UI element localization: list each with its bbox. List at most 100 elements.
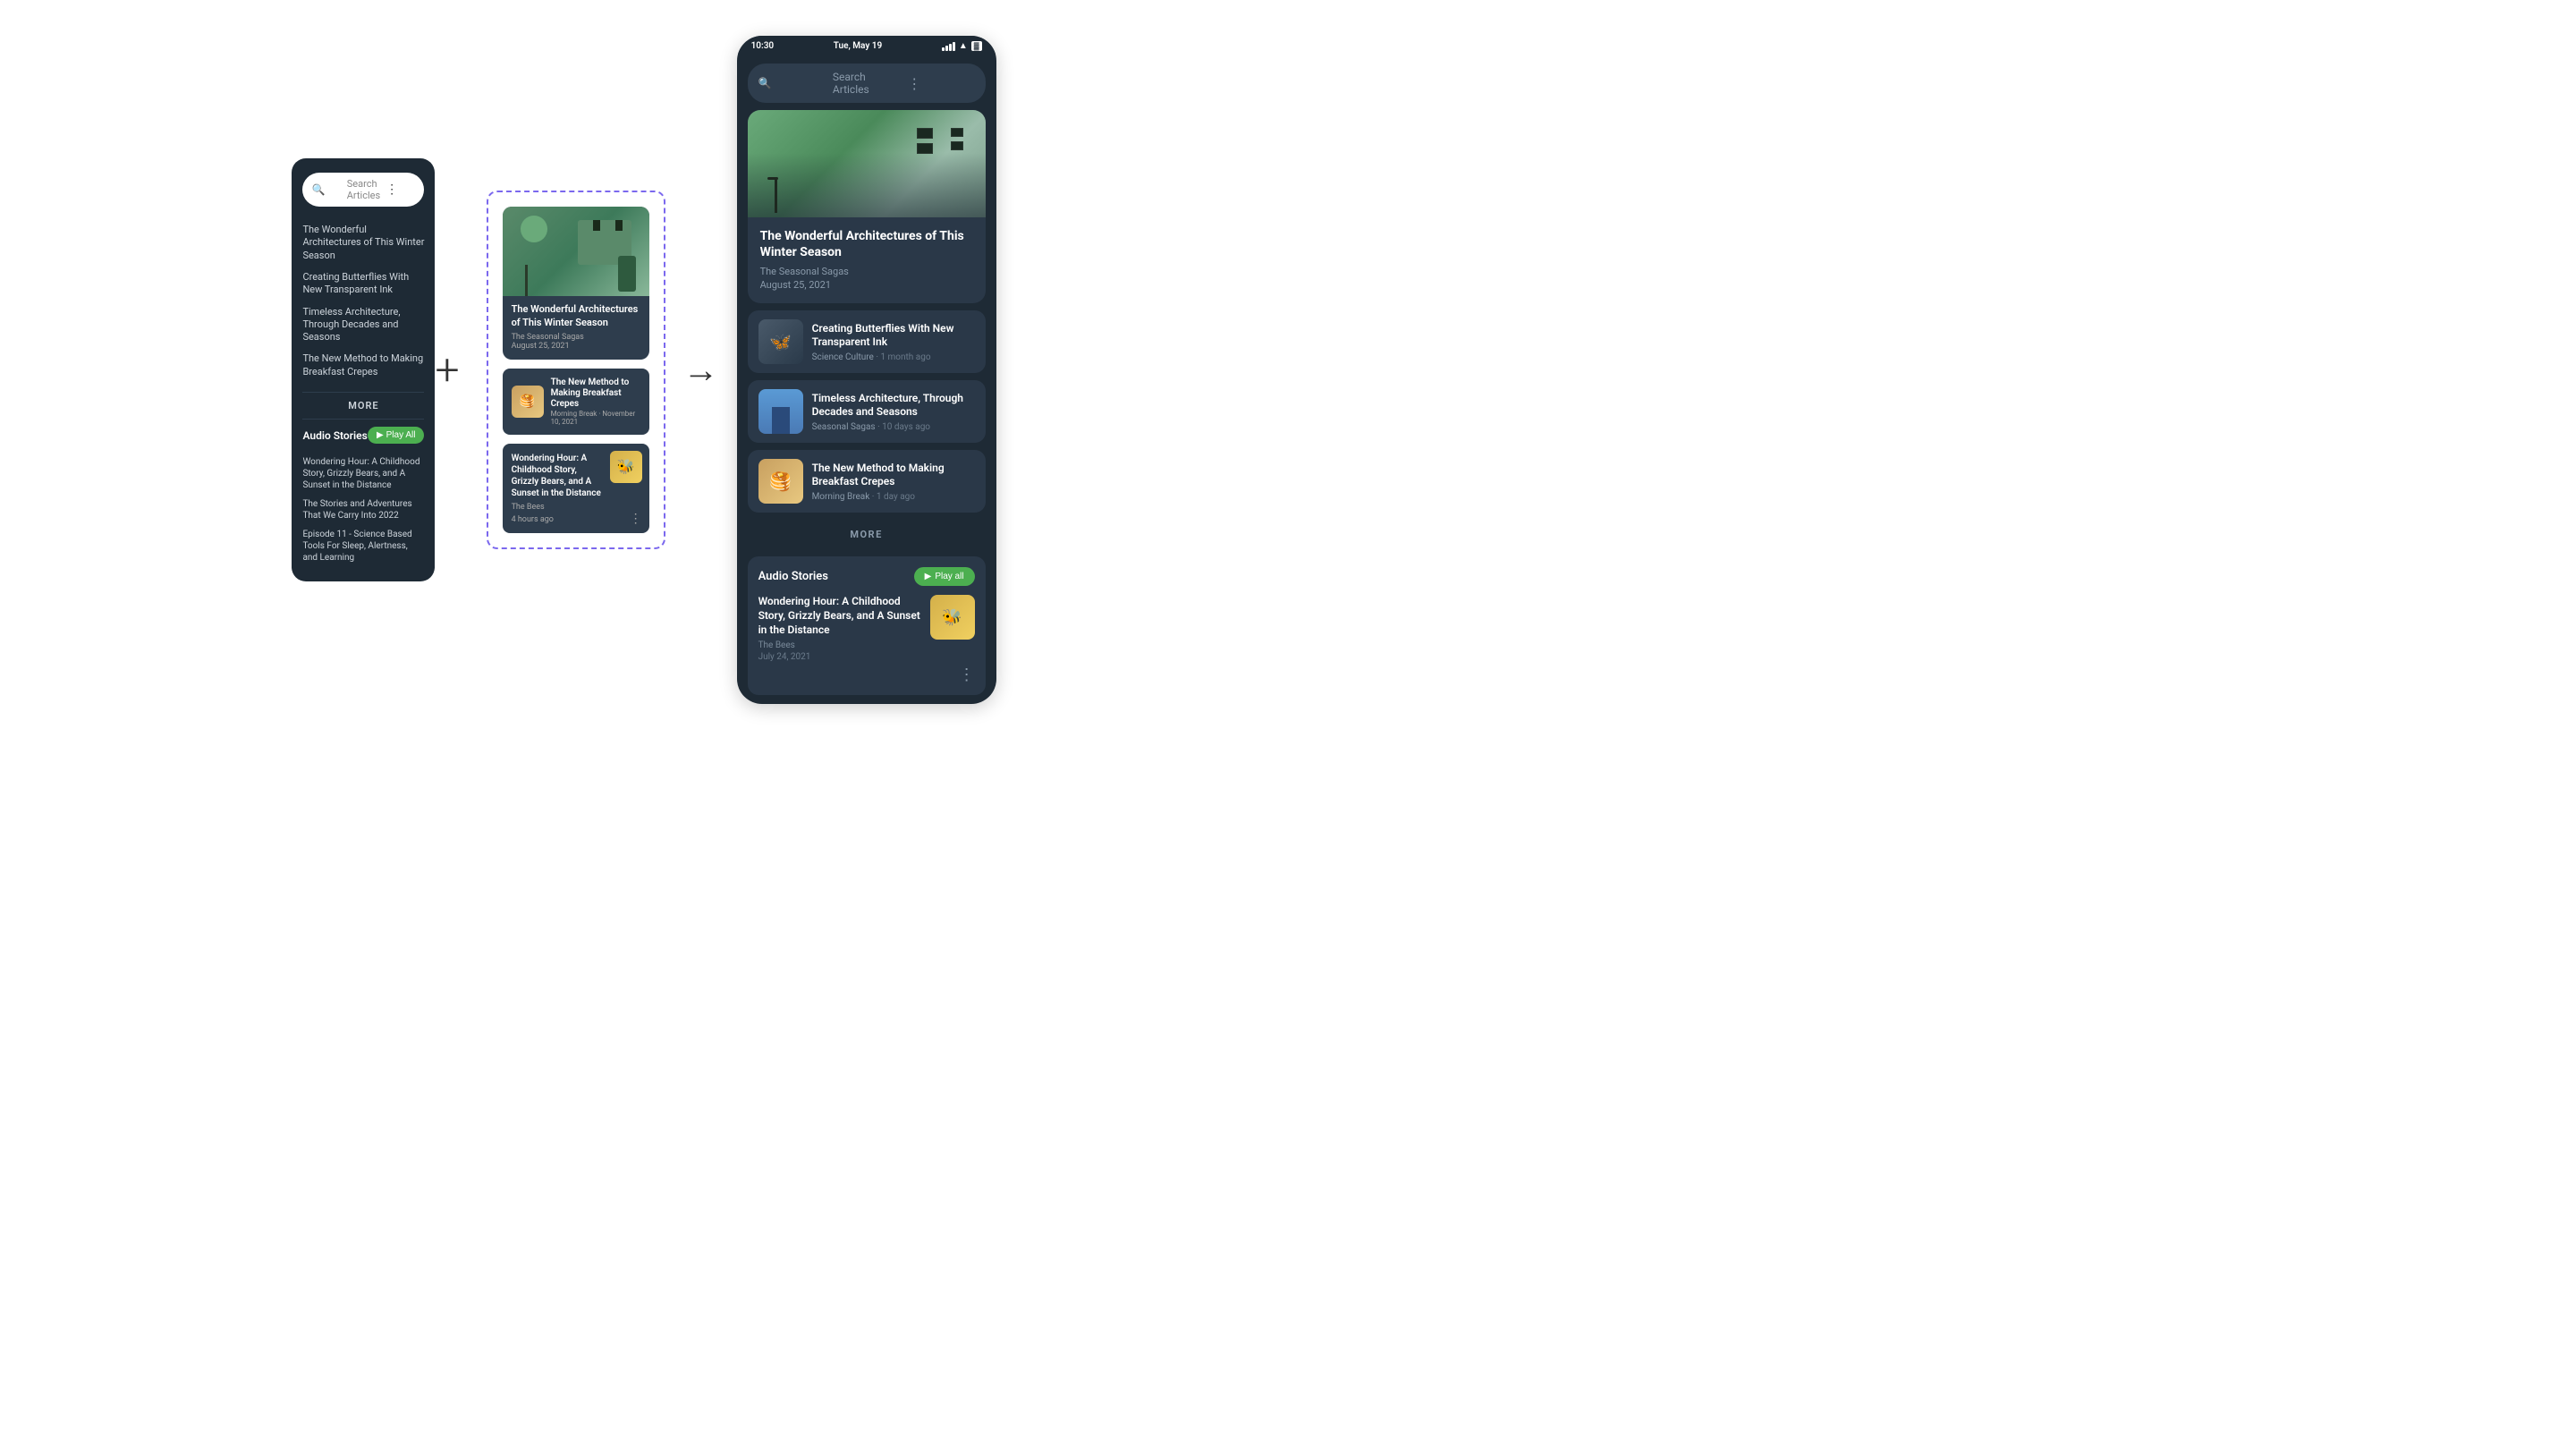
wireframe-audio-card[interactable]: Wondering Hour: A Childhood Story, Grizz…: [503, 444, 649, 533]
window-3: [951, 128, 963, 137]
article-card-crepes[interactable]: The New Method to Making Breakfast Crepe…: [748, 450, 986, 513]
article-thumb-crepes: [758, 459, 803, 504]
left-play-all-button[interactable]: ▶ Play All: [368, 427, 425, 444]
wireframe-hero-image: [503, 207, 649, 296]
left-audio-title: Audio Stories: [302, 429, 367, 442]
window-group-1: [917, 128, 933, 154]
article-info-crepes: The New Method to Making Breakfast Crepe…: [812, 462, 975, 502]
article-meta-crepes: Morning Break · 1 day ago: [812, 492, 975, 502]
phone-right: 10:30 Tue, May 19 ▲ ▓ 🔍 S: [737, 36, 996, 704]
wireframe-hero-card[interactable]: The Wonderful Architectures of This Wint…: [503, 207, 649, 360]
wireframe-hero-title: The Wonderful Architectures of This Wint…: [512, 303, 640, 329]
status-bar: 10:30 Tue, May 19 ▲ ▓: [737, 36, 996, 55]
article-info-butterflies: Creating Butterflies With New Transparen…: [812, 322, 975, 362]
article-time-butterflies-val: 1 month ago: [880, 352, 930, 362]
article-thumb-architecture: [758, 389, 803, 434]
left-play-all-label: Play All: [386, 430, 416, 440]
wireframe-card1-source: Morning Break: [551, 410, 597, 418]
right-more-button[interactable]: MORE: [748, 520, 986, 549]
article-meta-butterflies: Science Culture · 1 month ago: [812, 352, 975, 362]
building-windows: [917, 128, 963, 154]
left-audio-item[interactable]: The Stories and Adventures That We Carry…: [302, 495, 424, 525]
left-audio-item[interactable]: Episode 11 - Science Based Tools For Sle…: [302, 525, 424, 567]
article-thumb-butterflies: [758, 319, 803, 364]
wireframe-audio-dots[interactable]: ⋮: [630, 512, 642, 526]
article-card-architecture[interactable]: Timeless Architecture, Through Decades a…: [748, 380, 986, 443]
article-meta-architecture: Seasonal Sagas · 10 days ago: [812, 422, 975, 432]
butterflies-image: [758, 319, 803, 364]
article-title-butterflies: Creating Butterflies With New Transparen…: [812, 322, 975, 350]
wireframe-hero-source: The Seasonal Sagas: [512, 333, 640, 342]
left-article-item[interactable]: Timeless Architecture, Through Decades a…: [302, 301, 424, 349]
window-2: [917, 143, 933, 154]
status-date: Tue, May 19: [834, 41, 882, 51]
arrow-section: →: [665, 352, 737, 388]
audio-story-card[interactable]: Wondering Hour: A Childhood Story, Grizz…: [758, 595, 975, 662]
wireframe-audio-time: 4 hours ago: [512, 515, 640, 524]
article-info-architecture: Timeless Architecture, Through Decades a…: [812, 392, 975, 432]
main-layout: 🔍 Search Articles ⋮ The Wonderful Archit…: [18, 36, 1270, 704]
article-source-architecture: Seasonal Sagas: [812, 422, 876, 432]
wireframe-card1-title: The New Method to Making Breakfast Crepe…: [551, 377, 640, 410]
wireframe-hero-text: The Wonderful Architectures of This Wint…: [503, 296, 649, 360]
audio-story-info: Wondering Hour: A Childhood Story, Grizz…: [758, 595, 921, 662]
hero-card-date: August 25, 2021: [760, 279, 973, 291]
wireframe-hero-date: August 25, 2021: [512, 342, 640, 351]
audio-story-title: Wondering Hour: A Childhood Story, Grizz…: [758, 595, 921, 637]
wireframe-card1-thumb: 🥞: [512, 386, 544, 418]
center-section: + The Wonderful Architectures of This Wi…: [435, 191, 665, 549]
hero-card-source: The Seasonal Sagas: [760, 266, 973, 277]
signal-bar-1: [942, 47, 945, 51]
hero-card[interactable]: The Wonderful Architectures of This Wint…: [748, 110, 986, 303]
right-phone-wrapper: 10:30 Tue, May 19 ▲ ▓ 🔍 S: [737, 36, 996, 704]
play-all-button[interactable]: ▶ Play all: [914, 567, 975, 586]
left-article-item[interactable]: The Wonderful Architectures of This Wint…: [302, 219, 424, 267]
play-all-label: Play all: [935, 572, 963, 581]
left-search-bar[interactable]: 🔍 Search Articles ⋮: [302, 173, 424, 207]
audio-header: Audio Stories ▶ Play all: [758, 567, 975, 586]
right-search-dots[interactable]: ⋮: [907, 75, 974, 92]
article-time-crepes-val: 1 day ago: [877, 492, 915, 502]
left-article-list: The Wonderful Architectures of This Wint…: [302, 219, 424, 383]
article-title-crepes: The New Method to Making Breakfast Crepe…: [812, 462, 975, 489]
audio-section-title: Audio Stories: [758, 570, 828, 583]
hero-card-text: The Wonderful Architectures of This Wint…: [748, 217, 986, 303]
left-more-button[interactable]: MORE: [302, 392, 424, 420]
right-search-bar[interactable]: 🔍 Search Articles ⋮: [748, 64, 986, 103]
hero-card-image: [748, 110, 986, 217]
wireframe-phone: The Wonderful Architectures of This Wint…: [487, 191, 665, 549]
play-icon: ▶: [377, 430, 384, 440]
architecture-image: [758, 389, 803, 434]
article-source-crepes: Morning Break: [812, 492, 870, 502]
audio-story-thumbnail: 🐝: [930, 595, 975, 640]
left-article-item[interactable]: Creating Butterflies With New Transparen…: [302, 267, 424, 301]
wireframe-card1-text: The New Method to Making Breakfast Crepe…: [551, 377, 640, 426]
right-search-icon: 🔍: [758, 77, 826, 89]
arrow-icon: →: [683, 352, 719, 388]
article-time-architecture-val: 10 days ago: [882, 422, 930, 432]
left-search-dots[interactable]: ⋮: [386, 182, 415, 197]
status-time: 10:30: [751, 41, 775, 51]
article-title-architecture: Timeless Architecture, Through Decades a…: [812, 392, 975, 420]
crepes-image: [758, 459, 803, 504]
plus-operator: +: [435, 349, 459, 392]
audio-section: Audio Stories ▶ Play all Wondering Hour:…: [748, 556, 986, 695]
left-audio-item[interactable]: Wondering Hour: A Childhood Story, Grizz…: [302, 453, 424, 495]
audio-story-dots[interactable]: ⋮: [959, 666, 975, 684]
phone-left: 🔍 Search Articles ⋮ The Wonderful Archit…: [292, 158, 435, 581]
signal-bar-4: [953, 42, 955, 51]
play-all-icon: ▶: [925, 572, 932, 581]
wireframe-small-card-1[interactable]: 🥞 The New Method to Making Breakfast Cre…: [503, 369, 649, 435]
article-source-butterflies: Science Culture: [812, 352, 874, 362]
audio-story-source: The Bees: [758, 640, 921, 650]
signal-bar-2: [945, 46, 948, 51]
wireframe-audio-source: The Bees: [512, 503, 640, 512]
article-card-butterflies[interactable]: Creating Butterflies With New Transparen…: [748, 310, 986, 373]
window-4: [951, 141, 963, 150]
status-right-icons: ▲ ▓: [942, 41, 982, 51]
hero-card-title: The Wonderful Architectures of This Wint…: [760, 228, 973, 260]
audio-story-date: July 24, 2021: [758, 652, 921, 662]
signal-bars-icon: [942, 42, 955, 51]
lamppost-icon: [775, 177, 777, 213]
left-article-item[interactable]: The New Method to Making Breakfast Crepe…: [302, 348, 424, 383]
